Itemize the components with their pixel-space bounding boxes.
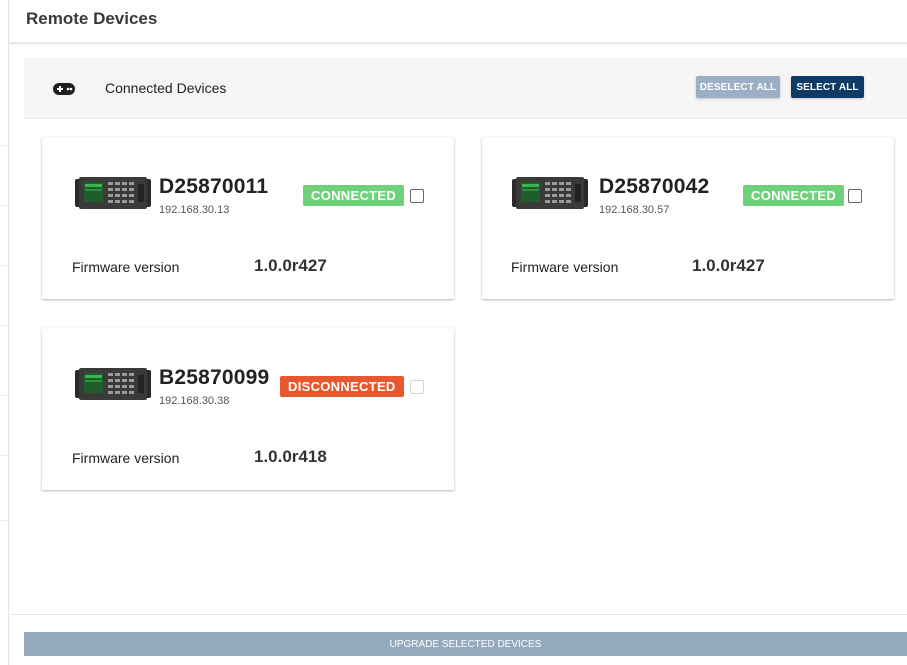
footer-divider	[10, 614, 907, 615]
upgrade-selected-devices-button[interactable]: UPGRADE SELECTED DEVICES	[24, 632, 907, 656]
device-select-checkbox[interactable]	[410, 380, 424, 394]
device-ip: 192.168.30.57	[599, 204, 670, 216]
device-select-checkbox[interactable]	[410, 189, 424, 203]
left-rail	[0, 0, 9, 665]
firmware-label: Firmware version	[511, 259, 619, 275]
rail-divider	[0, 520, 8, 521]
device-name: D25870042	[599, 175, 710, 198]
page-title: Remote Devices	[26, 9, 158, 28]
deselect-all-button[interactable]: DESELECT ALL	[696, 76, 780, 98]
device-unit-image	[75, 177, 151, 209]
firmware-label: Firmware version	[72, 450, 180, 466]
rail-divider	[0, 145, 8, 146]
firmware-version: 1.0.0r427	[692, 256, 765, 275]
gamepad-icon	[53, 83, 75, 95]
device-unit-image	[512, 177, 588, 209]
rail-divider	[0, 265, 8, 266]
rail-divider	[0, 205, 8, 206]
section-title: Connected Devices	[105, 80, 227, 96]
device-card: B25870099 192.168.30.38 DISCONNECTED Fir…	[42, 328, 454, 490]
select-all-button[interactable]: SELECT ALL	[791, 76, 864, 98]
device-name: D25870011	[159, 175, 269, 198]
firmware-label: Firmware version	[72, 259, 180, 275]
device-card: D25870042 192.168.30.57 CONNECTED Firmwa…	[482, 137, 894, 299]
device-card: D25870011 192.168.30.13 CONNECTED Firmwa…	[42, 137, 454, 299]
status-badge: CONNECTED	[743, 185, 845, 206]
connected-devices-toolbar: Connected Devices DESELECT ALL SELECT AL…	[24, 58, 907, 119]
rail-divider	[0, 395, 8, 396]
device-select-checkbox[interactable]	[848, 189, 862, 203]
rail-divider	[0, 325, 8, 326]
rail-divider	[0, 455, 8, 456]
device-unit-image	[75, 368, 151, 400]
firmware-version: 1.0.0r418	[254, 447, 327, 466]
device-ip: 192.168.30.13	[159, 204, 230, 216]
firmware-version: 1.0.0r427	[254, 256, 327, 275]
status-badge: DISCONNECTED	[280, 376, 404, 397]
page-header: Remote Devices	[10, 0, 907, 44]
device-name: B25870099	[159, 366, 270, 389]
device-ip: 192.168.30.38	[159, 395, 230, 407]
status-badge: CONNECTED	[303, 185, 405, 206]
